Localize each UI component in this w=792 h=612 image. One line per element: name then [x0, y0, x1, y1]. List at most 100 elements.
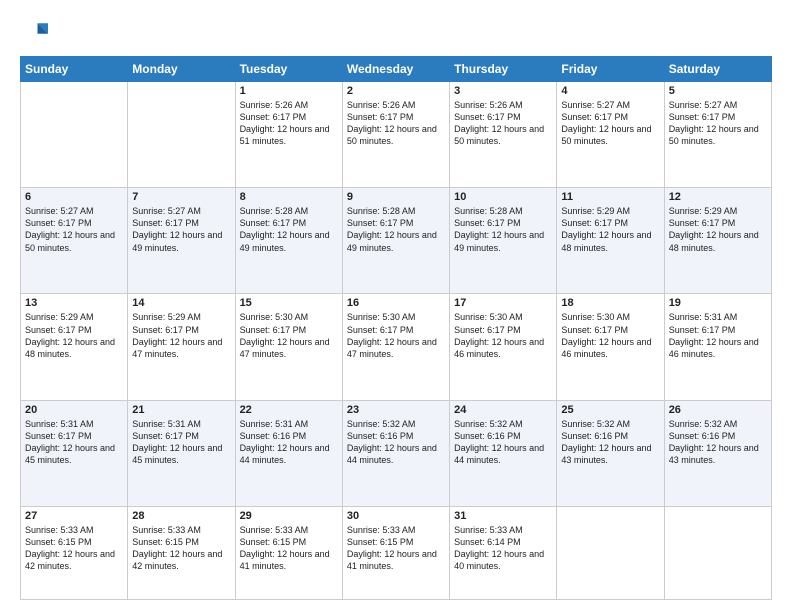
day-info: Sunrise: 5:33 AM Sunset: 6:15 PM Dayligh…: [347, 524, 445, 573]
day-number: 30: [347, 510, 445, 522]
day-cell: [128, 82, 235, 188]
day-info: Sunrise: 5:29 AM Sunset: 6:17 PM Dayligh…: [132, 311, 230, 360]
day-info: Sunrise: 5:27 AM Sunset: 6:17 PM Dayligh…: [669, 99, 767, 148]
day-cell: 30 Sunrise: 5:33 AM Sunset: 6:15 PM Dayli…: [342, 506, 449, 599]
day-info: Sunrise: 5:26 AM Sunset: 6:17 PM Dayligh…: [240, 99, 338, 148]
day-number: 31: [454, 510, 552, 522]
day-number: 4: [561, 85, 659, 97]
day-number: 21: [132, 404, 230, 416]
day-number: 13: [25, 297, 123, 309]
day-cell: 10 Sunrise: 5:28 AM Sunset: 6:17 PM Dayli…: [450, 188, 557, 294]
day-number: 10: [454, 191, 552, 203]
header-cell-tuesday: Tuesday: [235, 57, 342, 82]
day-number: 14: [132, 297, 230, 309]
day-info: Sunrise: 5:32 AM Sunset: 6:16 PM Dayligh…: [454, 418, 552, 467]
day-info: Sunrise: 5:30 AM Sunset: 6:17 PM Dayligh…: [454, 311, 552, 360]
day-cell: 8Sunrise: 5:28 AM Sunset: 6:17 PM Daylig…: [235, 188, 342, 294]
day-number: 16: [347, 297, 445, 309]
week-row-3: 13 Sunrise: 5:29 AM Sunset: 6:17 PM Dayli…: [21, 294, 772, 400]
day-info: Sunrise: 5:26 AM Sunset: 6:17 PM Dayligh…: [347, 99, 445, 148]
day-cell: 9 Sunrise: 5:28 AM Sunset: 6:17 PM Daylig…: [342, 188, 449, 294]
day-number: 9: [347, 191, 445, 203]
header-cell-monday: Monday: [128, 57, 235, 82]
day-cell: 19 Sunrise: 5:31 AM Sunset: 6:17 PM Dayli…: [664, 294, 771, 400]
day-cell: [557, 506, 664, 599]
day-number: 24: [454, 404, 552, 416]
day-number: 15: [240, 297, 338, 309]
day-cell: 28Sunrise: 5:33 AM Sunset: 6:15 PM Dayli…: [128, 506, 235, 599]
day-cell: 11Sunrise: 5:29 AM Sunset: 6:17 PM Dayli…: [557, 188, 664, 294]
day-info: Sunrise: 5:31 AM Sunset: 6:17 PM Dayligh…: [669, 311, 767, 360]
header-cell-saturday: Saturday: [664, 57, 771, 82]
day-info: Sunrise: 5:31 AM Sunset: 6:17 PM Dayligh…: [132, 418, 230, 467]
day-cell: 26Sunrise: 5:32 AM Sunset: 6:16 PM Dayli…: [664, 400, 771, 506]
day-cell: 27Sunrise: 5:33 AM Sunset: 6:15 PM Dayli…: [21, 506, 128, 599]
day-info: Sunrise: 5:31 AM Sunset: 6:16 PM Dayligh…: [240, 418, 338, 467]
day-number: 28: [132, 510, 230, 522]
day-info: Sunrise: 5:31 AM Sunset: 6:17 PM Dayligh…: [25, 418, 123, 467]
week-row-1: 1 Sunrise: 5:26 AM Sunset: 6:17 PM Daylig…: [21, 82, 772, 188]
day-number: 26: [669, 404, 767, 416]
day-number: 12: [669, 191, 767, 203]
day-cell: 7 Sunrise: 5:27 AM Sunset: 6:17 PM Daylig…: [128, 188, 235, 294]
day-cell: 4Sunrise: 5:27 AM Sunset: 6:17 PM Daylig…: [557, 82, 664, 188]
day-cell: [21, 82, 128, 188]
day-info: Sunrise: 5:33 AM Sunset: 6:15 PM Dayligh…: [25, 524, 123, 573]
day-number: 11: [561, 191, 659, 203]
day-number: 2: [347, 85, 445, 97]
day-info: Sunrise: 5:30 AM Sunset: 6:17 PM Dayligh…: [347, 311, 445, 360]
day-cell: 13Sunrise: 5:29 AM Sunset: 6:17 PM Dayli…: [21, 294, 128, 400]
calendar-body: 1 Sunrise: 5:26 AM Sunset: 6:17 PM Daylig…: [21, 82, 772, 600]
day-cell: 2 Sunrise: 5:26 AM Sunset: 6:17 PM Daylig…: [342, 82, 449, 188]
day-info: Sunrise: 5:27 AM Sunset: 6:17 PM Dayligh…: [132, 205, 230, 254]
day-number: 1: [240, 85, 338, 97]
day-info: Sunrise: 5:33 AM Sunset: 6:15 PM Dayligh…: [240, 524, 338, 573]
day-info: Sunrise: 5:33 AM Sunset: 6:14 PM Dayligh…: [454, 524, 552, 573]
header-row: SundayMondayTuesdayWednesdayThursdayFrid…: [21, 57, 772, 82]
day-cell: 23 Sunrise: 5:32 AM Sunset: 6:16 PM Dayli…: [342, 400, 449, 506]
day-cell: 25Sunrise: 5:32 AM Sunset: 6:16 PM Dayli…: [557, 400, 664, 506]
day-cell: 20Sunrise: 5:31 AM Sunset: 6:17 PM Dayli…: [21, 400, 128, 506]
day-cell: 5Sunrise: 5:27 AM Sunset: 6:17 PM Daylig…: [664, 82, 771, 188]
logo-icon: [20, 18, 48, 46]
week-row-5: 27Sunrise: 5:33 AM Sunset: 6:15 PM Dayli…: [21, 506, 772, 599]
header-cell-wednesday: Wednesday: [342, 57, 449, 82]
day-info: Sunrise: 5:30 AM Sunset: 6:17 PM Dayligh…: [240, 311, 338, 360]
day-cell: 12 Sunrise: 5:29 AM Sunset: 6:17 PM Dayli…: [664, 188, 771, 294]
day-info: Sunrise: 5:32 AM Sunset: 6:16 PM Dayligh…: [347, 418, 445, 467]
day-number: 29: [240, 510, 338, 522]
day-info: Sunrise: 5:30 AM Sunset: 6:17 PM Dayligh…: [561, 311, 659, 360]
day-cell: 24 Sunrise: 5:32 AM Sunset: 6:16 PM Dayli…: [450, 400, 557, 506]
page: SundayMondayTuesdayWednesdayThursdayFrid…: [0, 0, 792, 612]
day-info: Sunrise: 5:26 AM Sunset: 6:17 PM Dayligh…: [454, 99, 552, 148]
week-row-2: 6 Sunrise: 5:27 AM Sunset: 6:17 PM Daylig…: [21, 188, 772, 294]
day-cell: 3 Sunrise: 5:26 AM Sunset: 6:17 PM Daylig…: [450, 82, 557, 188]
header: [20, 18, 772, 46]
week-row-4: 20Sunrise: 5:31 AM Sunset: 6:17 PM Dayli…: [21, 400, 772, 506]
day-number: 22: [240, 404, 338, 416]
header-cell-sunday: Sunday: [21, 57, 128, 82]
day-cell: 1 Sunrise: 5:26 AM Sunset: 6:17 PM Daylig…: [235, 82, 342, 188]
day-cell: [664, 506, 771, 599]
day-cell: 21 Sunrise: 5:31 AM Sunset: 6:17 PM Dayli…: [128, 400, 235, 506]
day-cell: 22 Sunrise: 5:31 AM Sunset: 6:16 PM Dayli…: [235, 400, 342, 506]
day-cell: 16 Sunrise: 5:30 AM Sunset: 6:17 PM Dayli…: [342, 294, 449, 400]
day-number: 19: [669, 297, 767, 309]
day-number: 18: [561, 297, 659, 309]
header-cell-thursday: Thursday: [450, 57, 557, 82]
day-cell: 31 Sunrise: 5:33 AM Sunset: 6:14 PM Dayli…: [450, 506, 557, 599]
day-number: 17: [454, 297, 552, 309]
logo: [20, 18, 52, 46]
day-number: 7: [132, 191, 230, 203]
day-cell: 15 Sunrise: 5:30 AM Sunset: 6:17 PM Dayli…: [235, 294, 342, 400]
day-cell: 18 Sunrise: 5:30 AM Sunset: 6:17 PM Dayli…: [557, 294, 664, 400]
day-number: 8: [240, 191, 338, 203]
day-info: Sunrise: 5:28 AM Sunset: 6:17 PM Dayligh…: [454, 205, 552, 254]
day-number: 23: [347, 404, 445, 416]
day-info: Sunrise: 5:29 AM Sunset: 6:17 PM Dayligh…: [669, 205, 767, 254]
day-number: 3: [454, 85, 552, 97]
day-info: Sunrise: 5:32 AM Sunset: 6:16 PM Dayligh…: [561, 418, 659, 467]
day-info: Sunrise: 5:28 AM Sunset: 6:17 PM Dayligh…: [347, 205, 445, 254]
day-number: 6: [25, 191, 123, 203]
day-cell: 29 Sunrise: 5:33 AM Sunset: 6:15 PM Dayli…: [235, 506, 342, 599]
